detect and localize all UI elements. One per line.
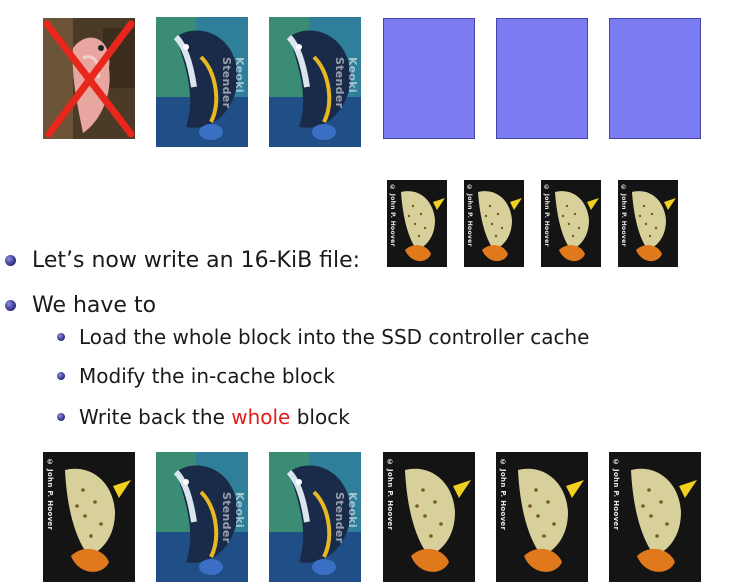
page-image-triggerfish-2: Keoki Stender [269, 17, 361, 147]
sub-bullet-write-back: Write back the whole block [57, 405, 350, 429]
image-credit: © John P. Hoover [389, 184, 396, 247]
file-page-image: © John P. Hoover [464, 180, 524, 267]
file-page-image: © John P. Hoover [387, 180, 447, 267]
bullet-write-file: Let’s now write an 16-KiB file: [5, 248, 360, 273]
image-credit: © John P. Hoover [46, 458, 54, 531]
bullet-icon [57, 413, 65, 421]
file-page-image: © John P. Hoover [618, 180, 678, 267]
sub-bullet-modify: Modify the in-cache block [57, 364, 335, 388]
image-credit: Keoki Stender [333, 492, 359, 544]
image-credit: © John P. Hoover [466, 184, 473, 247]
block-page-image-triggerfish-2: Keoki Stender [269, 452, 361, 582]
image-credit: © John P. Hoover [620, 184, 627, 247]
image-credit: © John P. Hoover [499, 458, 507, 531]
bullet-icon [5, 300, 16, 311]
text-segment: block [290, 405, 350, 429]
bullet-text: Modify the in-cache block [79, 364, 335, 388]
image-credit: © John P. Hoover [386, 458, 394, 531]
image-credit: © John P. Hoover [543, 184, 550, 247]
block-page-image: © John P. Hoover [383, 452, 475, 582]
sub-bullet-load: Load the whole block into the SSD contro… [57, 325, 589, 349]
file-page-image: © John P. Hoover [541, 180, 601, 267]
empty-page [383, 18, 475, 139]
image-credit: Keoki Stender [220, 492, 246, 544]
block-page-image: © John P. Hoover [43, 452, 135, 582]
bullet-text: Load the whole block into the SSD contro… [79, 325, 590, 349]
bullet-icon [57, 333, 65, 341]
empty-page [609, 18, 701, 139]
text-segment: Write back the [79, 405, 232, 429]
block-page-image-triggerfish-1: Keoki Stender [156, 452, 248, 582]
image-credit: Keoki Stender [220, 57, 246, 109]
bullet-text: We have to [32, 293, 157, 318]
bullet-text: Let’s now write an 16-KiB file: [32, 248, 361, 273]
block-page-image: © John P. Hoover [609, 452, 701, 582]
bullet-text: Write back the whole block [79, 405, 350, 429]
image-credit: Keoki Stender [333, 57, 359, 109]
bullet-icon [5, 255, 16, 266]
bullet-we-have-to: We have to [5, 293, 156, 318]
red-x-icon [43, 20, 135, 138]
emphasis-whole: whole [231, 405, 291, 429]
empty-page [496, 18, 588, 139]
invalid-page-image [43, 18, 135, 139]
block-page-image: © John P. Hoover [496, 452, 588, 582]
page-image-triggerfish-1: Keoki Stender [156, 17, 248, 147]
image-credit: © John P. Hoover [612, 458, 620, 531]
bullet-icon [57, 372, 65, 380]
